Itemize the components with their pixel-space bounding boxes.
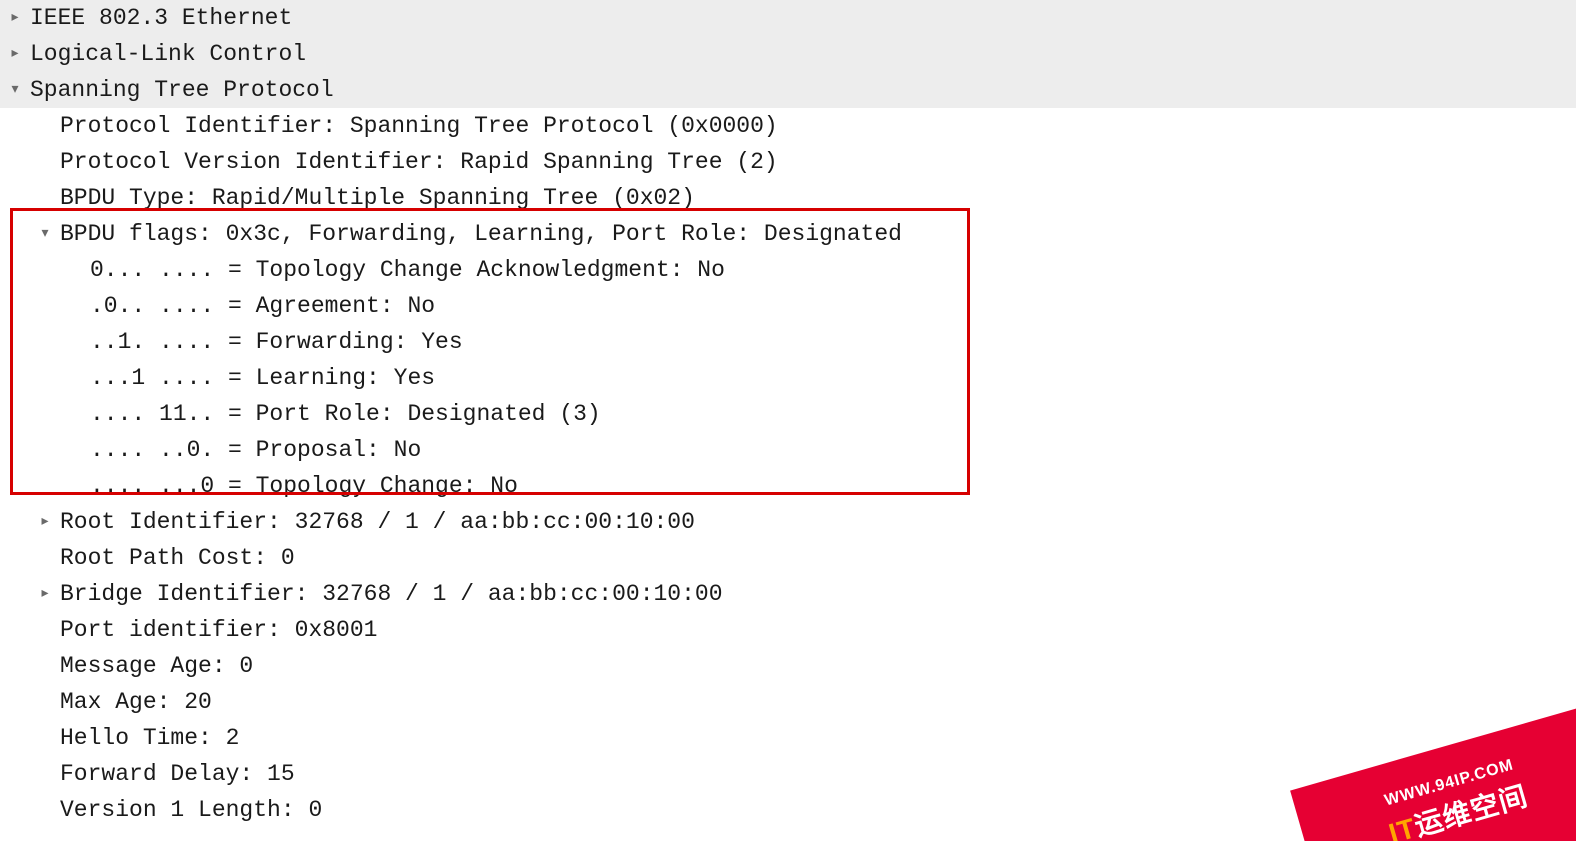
field-text: ...1 .... = Learning: Yes	[90, 360, 435, 396]
packet-details-tree: ▸ IEEE 802.3 Ethernet ▸ Logical-Link Con…	[0, 0, 1576, 828]
field-text: .0.. .... = Agreement: No	[90, 288, 435, 324]
tree-label: Spanning Tree Protocol	[30, 72, 334, 108]
flag-port-role[interactable]: .... 11.. = Port Role: Designated (3)	[0, 396, 1576, 432]
field-text: .... 11.. = Port Role: Designated (3)	[90, 396, 601, 432]
chevron-right-icon: ▸	[30, 576, 60, 612]
field-bpdu-type[interactable]: BPDU Type: Rapid/Multiple Spanning Tree …	[0, 180, 1576, 216]
field-text: Hello Time: 2	[60, 720, 239, 756]
field-message-age[interactable]: Message Age: 0	[0, 648, 1576, 684]
chevron-right-icon: ▸	[30, 504, 60, 540]
field-text: Message Age: 0	[60, 648, 253, 684]
field-hello-time[interactable]: Hello Time: 2	[0, 720, 1576, 756]
field-text: .... ...0 = Topology Change: No	[90, 468, 518, 504]
flag-proposal[interactable]: .... ..0. = Proposal: No	[0, 432, 1576, 468]
tree-node-llc[interactable]: ▸ Logical-Link Control	[0, 36, 1576, 72]
tree-label: Logical-Link Control	[30, 36, 306, 72]
tree-node-stp[interactable]: ▾ Spanning Tree Protocol	[0, 72, 1576, 108]
field-text: BPDU Type: Rapid/Multiple Spanning Tree …	[60, 180, 695, 216]
field-root-path-cost[interactable]: Root Path Cost: 0	[0, 540, 1576, 576]
chevron-down-icon: ▾	[0, 72, 30, 108]
field-text: Protocol Version Identifier: Rapid Spann…	[60, 144, 778, 180]
tree-label: IEEE 802.3 Ethernet	[30, 0, 292, 36]
field-max-age[interactable]: Max Age: 20	[0, 684, 1576, 720]
field-text: 0... .... = Topology Change Acknowledgme…	[90, 252, 725, 288]
tree-label: BPDU flags: 0x3c, Forwarding, Learning, …	[60, 216, 902, 252]
field-text: Protocol Identifier: Spanning Tree Proto…	[60, 108, 778, 144]
tree-node-ieee-ethernet[interactable]: ▸ IEEE 802.3 Ethernet	[0, 0, 1576, 36]
chevron-right-icon: ▸	[0, 0, 30, 36]
tree-node-bpdu-flags[interactable]: ▾ BPDU flags: 0x3c, Forwarding, Learning…	[0, 216, 1576, 252]
tree-node-root-identifier[interactable]: ▸ Root Identifier: 32768 / 1 / aa:bb:cc:…	[0, 504, 1576, 540]
field-text: Port identifier: 0x8001	[60, 612, 377, 648]
flag-learning[interactable]: ...1 .... = Learning: Yes	[0, 360, 1576, 396]
flag-forwarding[interactable]: ..1. .... = Forwarding: Yes	[0, 324, 1576, 360]
field-text: Forward Delay: 15	[60, 756, 295, 792]
field-text: Root Path Cost: 0	[60, 540, 295, 576]
field-text: Max Age: 20	[60, 684, 212, 720]
field-text: Root Identifier: 32768 / 1 / aa:bb:cc:00…	[60, 504, 695, 540]
flag-topology-change[interactable]: .... ...0 = Topology Change: No	[0, 468, 1576, 504]
field-protocol-version[interactable]: Protocol Version Identifier: Rapid Spann…	[0, 144, 1576, 180]
field-text: ..1. .... = Forwarding: Yes	[90, 324, 463, 360]
flag-tca[interactable]: 0... .... = Topology Change Acknowledgme…	[0, 252, 1576, 288]
field-text: .... ..0. = Proposal: No	[90, 432, 421, 468]
tree-node-bridge-identifier[interactable]: ▸ Bridge Identifier: 32768 / 1 / aa:bb:c…	[0, 576, 1576, 612]
flag-agreement[interactable]: .0.. .... = Agreement: No	[0, 288, 1576, 324]
chevron-right-icon: ▸	[0, 36, 30, 72]
field-port-identifier[interactable]: Port identifier: 0x8001	[0, 612, 1576, 648]
field-text: Version 1 Length: 0	[60, 792, 322, 828]
chevron-down-icon: ▾	[30, 216, 60, 252]
field-protocol-identifier[interactable]: Protocol Identifier: Spanning Tree Proto…	[0, 108, 1576, 144]
field-text: Bridge Identifier: 32768 / 1 / aa:bb:cc:…	[60, 576, 723, 612]
